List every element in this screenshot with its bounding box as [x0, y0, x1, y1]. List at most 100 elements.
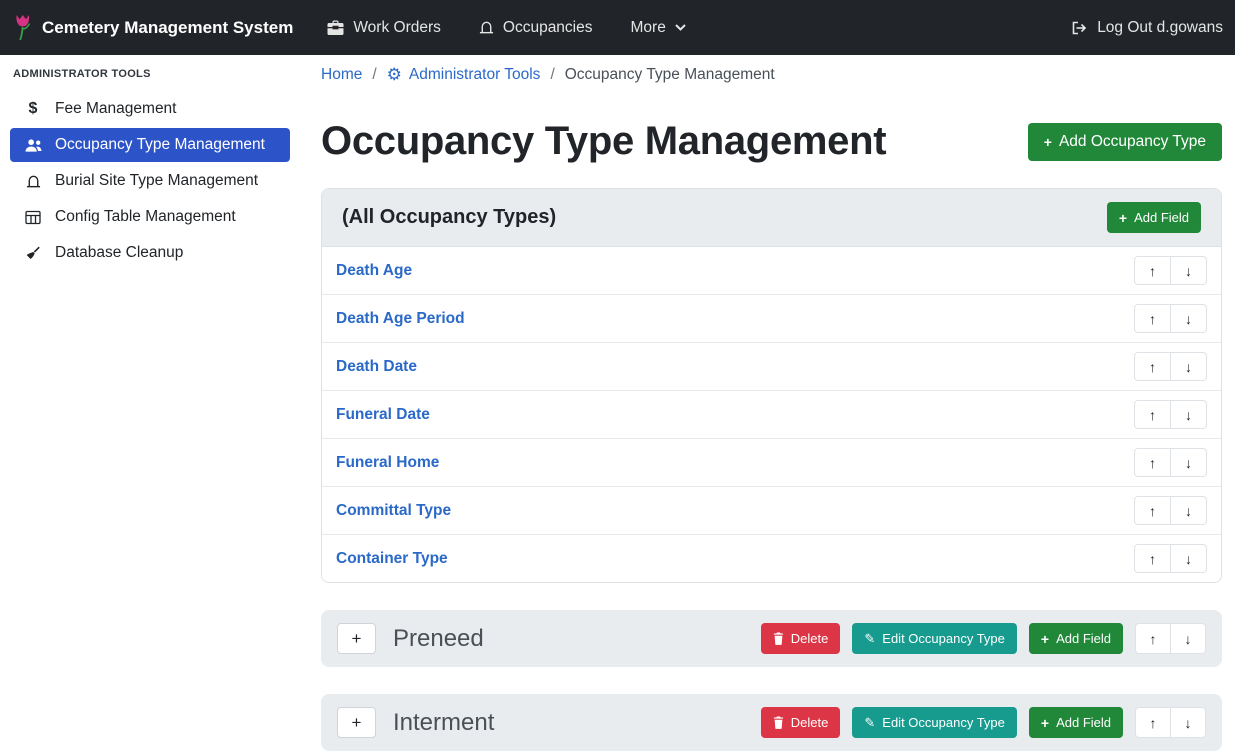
pencil-icon: ✎ — [864, 632, 875, 645]
reorder-buttons: ↑ ↓ — [1134, 352, 1207, 381]
sidebar-item-occupancy-type-management[interactable]: Occupancy Type Management — [10, 128, 290, 162]
sidebar-item-database-cleanup[interactable]: Database Cleanup — [10, 236, 290, 270]
trash-icon — [773, 716, 784, 729]
plus-icon: + — [1041, 716, 1049, 730]
move-down-button[interactable]: ↓ — [1170, 623, 1206, 654]
breadcrumb-current: Occupancy Type Management — [565, 66, 775, 84]
sidebar-item-label: Burial Site Type Management — [55, 172, 258, 190]
arrow-up-icon: ↑ — [1149, 263, 1156, 279]
plus-icon: + — [352, 714, 362, 731]
sidebar-item-fee-management[interactable]: $ Fee Management — [10, 92, 290, 126]
move-up-button[interactable]: ↑ — [1134, 256, 1171, 285]
sidebar-item-label: Config Table Management — [55, 208, 236, 226]
pencil-icon: ✎ — [864, 716, 875, 729]
field-link[interactable]: Container Type — [336, 550, 448, 568]
app-brand[interactable]: Cemetery Management System — [12, 14, 293, 41]
nav-occupancies[interactable]: Occupancies — [479, 19, 593, 37]
move-down-button[interactable]: ↓ — [1170, 352, 1207, 381]
field-row: Death Age Period ↑ ↓ — [322, 294, 1221, 342]
field-link[interactable]: Funeral Home — [336, 454, 439, 472]
all-occupancy-types-card: (All Occupancy Types) + Add Field Death … — [321, 188, 1222, 583]
sidebar-item-config-table-management[interactable]: Config Table Management — [10, 200, 290, 234]
field-link[interactable]: Funeral Date — [336, 406, 430, 424]
occupancy-type-section-preneed: + Preneed Delete ✎ Edit Occupancy Type — [321, 610, 1222, 667]
arrow-up-icon: ↑ — [1149, 407, 1156, 423]
add-field-label: Add Field — [1134, 210, 1189, 225]
move-up-button[interactable]: ↑ — [1134, 448, 1171, 477]
field-row: Container Type ↑ ↓ — [322, 534, 1221, 582]
arrow-down-icon: ↓ — [1185, 455, 1192, 471]
add-field-button[interactable]: + Add Field — [1029, 623, 1123, 654]
nav-work-orders[interactable]: Work Orders — [327, 19, 441, 37]
move-up-button[interactable]: ↑ — [1134, 496, 1171, 525]
reorder-buttons: ↑ ↓ — [1134, 448, 1207, 477]
arrow-down-icon: ↓ — [1185, 263, 1192, 279]
sidebar-item-label: Fee Management — [55, 100, 177, 118]
move-up-button[interactable]: ↑ — [1134, 304, 1171, 333]
top-navbar: Cemetery Management System Work Orders O… — [0, 0, 1235, 55]
expand-button[interactable]: + — [337, 707, 376, 738]
breadcrumb-separator: / — [372, 66, 376, 84]
nav-more-label: More — [631, 19, 666, 37]
reorder-buttons: ↑ ↓ — [1134, 304, 1207, 333]
nav-links: Work Orders Occupancies More — [327, 19, 686, 37]
add-occupancy-type-label: Add Occupancy Type — [1059, 133, 1206, 151]
edit-occupancy-type-button[interactable]: ✎ Edit Occupancy Type — [852, 707, 1017, 738]
sidebar-item-burial-site-type-management[interactable]: Burial Site Type Management — [10, 164, 290, 198]
move-up-button[interactable]: ↑ — [1134, 544, 1171, 573]
title-row: Occupancy Type Management + Add Occupanc… — [321, 115, 1222, 167]
move-down-button[interactable]: ↓ — [1170, 544, 1207, 573]
arrow-up-icon: ↑ — [1149, 503, 1156, 519]
reorder-buttons: ↑ ↓ — [1134, 256, 1207, 285]
delete-button[interactable]: Delete — [761, 623, 841, 654]
plus-icon: + — [1044, 135, 1052, 149]
trash-icon — [773, 632, 784, 645]
logout-link[interactable]: Log Out d.gowans — [1071, 19, 1223, 37]
delete-button[interactable]: Delete — [761, 707, 841, 738]
occupancy-type-title: Preneed — [393, 625, 484, 653]
arrow-down-icon: ↓ — [1185, 311, 1192, 327]
breadcrumb-admin-tools-label: Administrator Tools — [409, 66, 541, 84]
field-link[interactable]: Committal Type — [336, 502, 451, 520]
nav-occupancies-label: Occupancies — [503, 19, 593, 37]
field-link[interactable]: Death Age Period — [336, 310, 465, 328]
main-content: Home / ⚙ Administrator Tools / Occupancy… — [300, 55, 1235, 738]
move-down-button[interactable]: ↓ — [1170, 496, 1207, 525]
field-row: Funeral Home ↑ ↓ — [322, 438, 1221, 486]
move-up-button[interactable]: ↑ — [1135, 623, 1171, 654]
logout-label: Log Out d.gowans — [1097, 19, 1223, 37]
move-down-button[interactable]: ↓ — [1170, 400, 1207, 429]
chevron-down-icon — [675, 24, 686, 31]
sidebar-item-label: Database Cleanup — [55, 244, 183, 262]
occupancy-type-section-interment: + Interment Delete ✎ Edit Occupancy Type — [321, 694, 1222, 751]
arrow-down-icon: ↓ — [1185, 407, 1192, 423]
expand-button[interactable]: + — [337, 623, 376, 654]
occupancy-type-title: Interment — [393, 709, 494, 737]
move-up-button[interactable]: ↑ — [1134, 352, 1171, 381]
nav-more[interactable]: More — [631, 19, 686, 37]
move-down-button[interactable]: ↓ — [1170, 304, 1207, 333]
add-field-button[interactable]: + Add Field — [1107, 202, 1201, 233]
reorder-buttons: ↑ ↓ — [1134, 400, 1207, 429]
sidebar-header: Administrator Tools — [0, 68, 300, 90]
breadcrumb-admin-tools-link[interactable]: ⚙ Administrator Tools — [387, 66, 541, 84]
move-up-button[interactable]: ↑ — [1135, 707, 1171, 738]
add-field-label: Add Field — [1056, 715, 1111, 730]
move-down-button[interactable]: ↓ — [1170, 707, 1206, 738]
breadcrumb-home-link[interactable]: Home — [321, 66, 362, 84]
arrow-down-icon: ↓ — [1185, 715, 1192, 731]
field-link[interactable]: Death Date — [336, 358, 417, 376]
breadcrumb: Home / ⚙ Administrator Tools / Occupancy… — [321, 64, 1222, 85]
table-icon — [22, 210, 44, 225]
arrow-up-icon: ↑ — [1149, 359, 1156, 375]
move-down-button[interactable]: ↓ — [1170, 256, 1207, 285]
card-header: (All Occupancy Types) + Add Field — [322, 189, 1221, 247]
tulip-logo-icon — [12, 14, 33, 41]
add-occupancy-type-button[interactable]: + Add Occupancy Type — [1028, 123, 1222, 161]
edit-occupancy-type-label: Edit Occupancy Type — [882, 715, 1005, 730]
field-link[interactable]: Death Age — [336, 262, 412, 280]
add-field-button[interactable]: + Add Field — [1029, 707, 1123, 738]
edit-occupancy-type-button[interactable]: ✎ Edit Occupancy Type — [852, 623, 1017, 654]
move-down-button[interactable]: ↓ — [1170, 448, 1207, 477]
move-up-button[interactable]: ↑ — [1134, 400, 1171, 429]
